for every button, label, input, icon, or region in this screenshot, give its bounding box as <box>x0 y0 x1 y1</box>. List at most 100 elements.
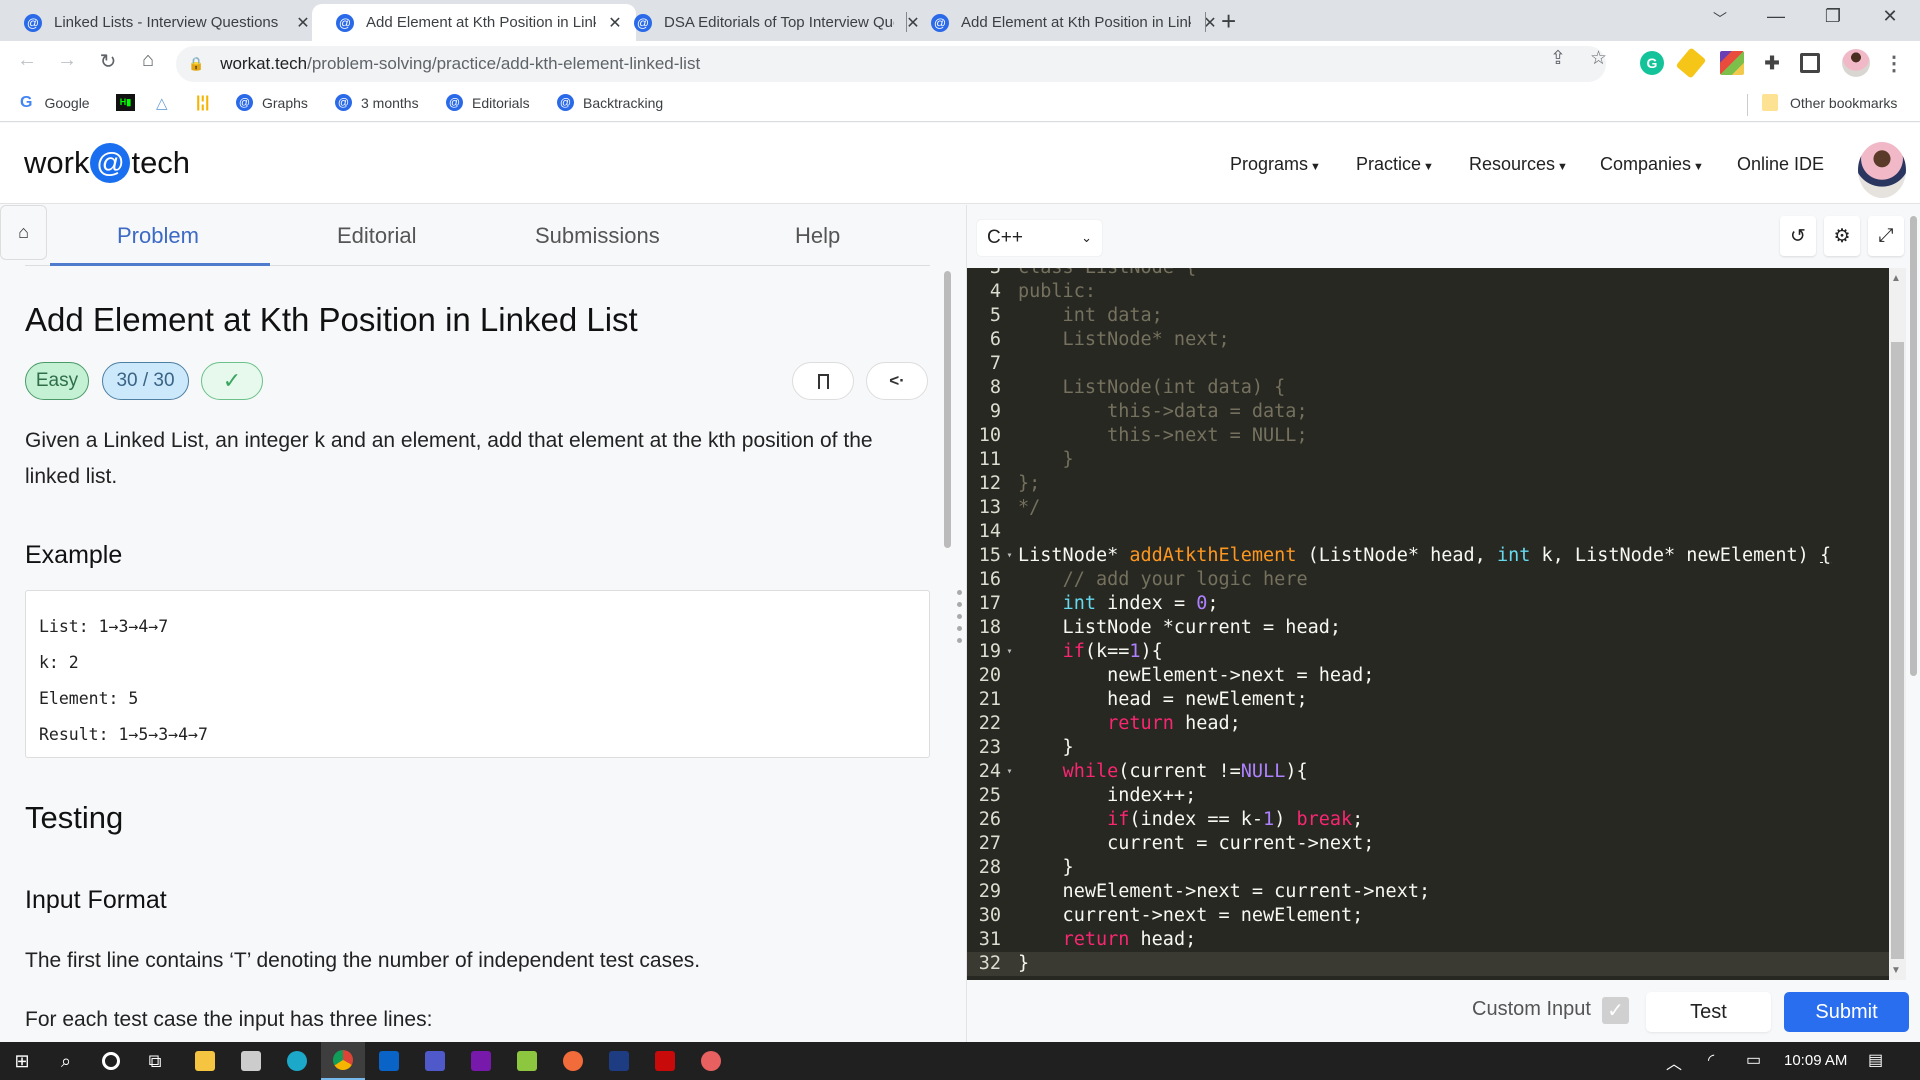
code-line[interactable]: 19 ▾ if(k==1){ <box>967 640 1889 664</box>
taskbar-acrobat[interactable] <box>643 1042 687 1080</box>
taskbar-outlook[interactable] <box>367 1042 411 1080</box>
problem-scrollbar[interactable] <box>944 271 951 548</box>
tab-search-chevron-icon[interactable]: ﹀ <box>1700 9 1740 29</box>
code-line[interactable]: 21 head = newElement; <box>967 688 1889 712</box>
code-line[interactable]: 23 } <box>967 736 1889 760</box>
tab-editorial[interactable]: Editorial <box>337 223 416 249</box>
code-line[interactable]: 24 ▾ while(current !=NULL){ <box>967 760 1889 784</box>
nav-online-ide[interactable]: Online IDE <box>1737 154 1824 175</box>
new-tab-button[interactable]: + <box>1221 6 1236 37</box>
taskbar-edge[interactable] <box>275 1042 319 1080</box>
scroll-up-arrow-icon[interactable]: ▲ <box>1891 273 1901 284</box>
bookmark-editorials[interactable]: @ Editorials <box>446 94 530 111</box>
editor-settings-button[interactable]: ⚙ <box>1824 216 1860 256</box>
share-page-icon[interactable]: ⇪ <box>1550 47 1566 70</box>
taskbar-onenote[interactable] <box>459 1042 503 1080</box>
code-line[interactable]: 17 int index = 0; <box>967 592 1889 616</box>
tab-help[interactable]: Help <box>795 223 840 249</box>
scroll-down-arrow-icon[interactable]: ▼ <box>1891 965 1901 976</box>
browser-tab[interactable]: @ DSA Editorials of Top Interview Questi… <box>610 4 934 41</box>
code-line[interactable]: 20 newElement->next = head; <box>967 664 1889 688</box>
nav-practice[interactable]: Practice ▼ <box>1356 154 1434 175</box>
editor-scrollbar-thumb[interactable] <box>1891 342 1904 959</box>
bookmark-backtracking[interactable]: @ Backtracking <box>557 94 663 111</box>
battery-icon[interactable]: ▭ <box>1746 1050 1761 1070</box>
search-button[interactable]: ⌕ <box>44 1042 88 1080</box>
bookmark-star-icon[interactable]: ☆ <box>1590 47 1607 70</box>
workattech-logo[interactable]: work @ tech <box>24 143 190 183</box>
extensions-puzzle-icon[interactable]: ✚ <box>1760 51 1784 75</box>
taskbar-snip[interactable] <box>689 1042 733 1080</box>
code-line[interactable]: 9 this->data = data; <box>967 400 1889 424</box>
minimize-icon[interactable]: — <box>1756 6 1796 27</box>
profile-avatar-icon[interactable] <box>1842 49 1870 77</box>
browser-menu-icon[interactable]: ⋮ <box>1882 51 1906 75</box>
taskbar-file-explorer[interactable] <box>183 1042 227 1080</box>
nav-companies[interactable]: Companies ▼ <box>1600 154 1704 175</box>
code-line[interactable]: 7 <box>967 352 1889 376</box>
code-line[interactable]: 25 index++; <box>967 784 1889 808</box>
browser-tab[interactable]: @ Add Element at Kth Position in Linked … <box>907 4 1231 41</box>
code-line[interactable]: 18 ListNode *current = head; <box>967 616 1889 640</box>
code-line[interactable]: 5 int data; <box>967 304 1889 328</box>
code-line[interactable]: 26 if(index == k-1) break; <box>967 808 1889 832</box>
taskbar-teams[interactable] <box>413 1042 457 1080</box>
taskbar-clock[interactable]: 10:09 AM <box>1784 1052 1847 1069</box>
code-line[interactable]: 11 } <box>967 448 1889 472</box>
color-extension-icon[interactable] <box>1720 51 1744 75</box>
code-line[interactable]: 10 this->next = NULL; <box>967 424 1889 448</box>
code-line[interactable]: 31 return head; <box>967 928 1889 952</box>
test-button[interactable]: Test <box>1646 992 1771 1032</box>
bookmark-google[interactable]: G Google <box>20 94 90 112</box>
browser-tab[interactable]: @ Linked Lists - Interview Questions ✕ <box>0 4 324 41</box>
custom-input-checkbox[interactable]: ✓ <box>1602 997 1629 1024</box>
close-tab-icon[interactable]: ✕ <box>1201 13 1219 33</box>
lock-icon[interactable]: 🔒 <box>188 56 204 72</box>
reset-code-button[interactable]: ↺ <box>1780 216 1816 256</box>
forward-icon[interactable]: → <box>52 49 82 72</box>
back-icon[interactable]: ← <box>12 49 42 72</box>
task-view-button[interactable]: ⧉ <box>133 1042 177 1080</box>
code-line[interactable]: 14 <box>967 520 1889 544</box>
code-editor[interactable]: 3class ListNode {4public:5 int data;6 Li… <box>967 268 1889 980</box>
code-line[interactable]: 12}; <box>967 472 1889 496</box>
fold-toggle-icon[interactable]: ▾ <box>1001 640 1018 664</box>
bookmark-3-months[interactable]: @ 3 months <box>335 94 419 111</box>
fold-toggle-icon[interactable]: ▾ <box>1001 544 1018 568</box>
start-button[interactable]: ⊞ <box>0 1042 44 1080</box>
code-line[interactable]: 16 // add your logic here <box>967 568 1889 592</box>
nav-resources[interactable]: Resources ▼ <box>1469 154 1568 175</box>
code-line[interactable]: 8 ListNode(int data) { <box>967 376 1889 400</box>
code-line[interactable]: 27 current = current->next; <box>967 832 1889 856</box>
side-panel-icon[interactable] <box>1800 53 1820 73</box>
notifications-icon[interactable]: ▤ <box>1868 1050 1883 1070</box>
bookmark-graphs[interactable]: @ Graphs <box>236 94 308 111</box>
pane-resize-handle[interactable] <box>957 590 963 660</box>
close-window-icon[interactable]: ✕ <box>1870 6 1910 27</box>
show-hidden-icons[interactable]: ︿ <box>1666 1050 1682 1074</box>
code-line[interactable]: 6 ListNode* next; <box>967 328 1889 352</box>
highlighter-extension-icon[interactable] <box>1675 47 1707 79</box>
url-text[interactable]: workat.tech/problem-solving/practice/add… <box>220 54 700 74</box>
bookmark-triangle-app[interactable]: △ <box>156 94 168 112</box>
code-line[interactable]: 15 ▾ ListNode* addAtkthElement (ListNode* … <box>967 544 1889 568</box>
reload-icon[interactable]: ↻ <box>93 49 123 74</box>
code-line[interactable]: 22 return head; <box>967 712 1889 736</box>
wifi-icon[interactable]: ◜ <box>1708 1050 1714 1070</box>
code-line[interactable]: 4 public: <box>967 280 1889 304</box>
submit-button[interactable]: Submit <box>1784 992 1909 1032</box>
taskbar-mail[interactable] <box>229 1042 273 1080</box>
page-scrollbar[interactable] <box>1910 216 1917 676</box>
taskbar-notion[interactable] <box>597 1042 641 1080</box>
code-line[interactable]: 29 newElement->next = current->next; <box>967 880 1889 904</box>
nav-programs[interactable]: Programs ▼ <box>1230 154 1321 175</box>
share-button[interactable]: <· <box>866 362 928 400</box>
browser-tab-active[interactable]: @ Add Element at Kth Position in Linked … <box>312 4 636 41</box>
code-line[interactable]: 32} <box>967 952 1889 976</box>
taskbar-chrome[interactable] <box>321 1042 365 1080</box>
grammarly-extension-icon[interactable]: G <box>1640 51 1664 75</box>
bookmark-analytics[interactable]: |¦| <box>196 94 209 112</box>
code-line[interactable]: 3 class ListNode { <box>967 268 1889 280</box>
address-bar[interactable]: 🔒 workat.tech/problem-solving/practice/a… <box>176 46 1606 82</box>
home-button[interactable]: ⌂ <box>0 205 47 260</box>
